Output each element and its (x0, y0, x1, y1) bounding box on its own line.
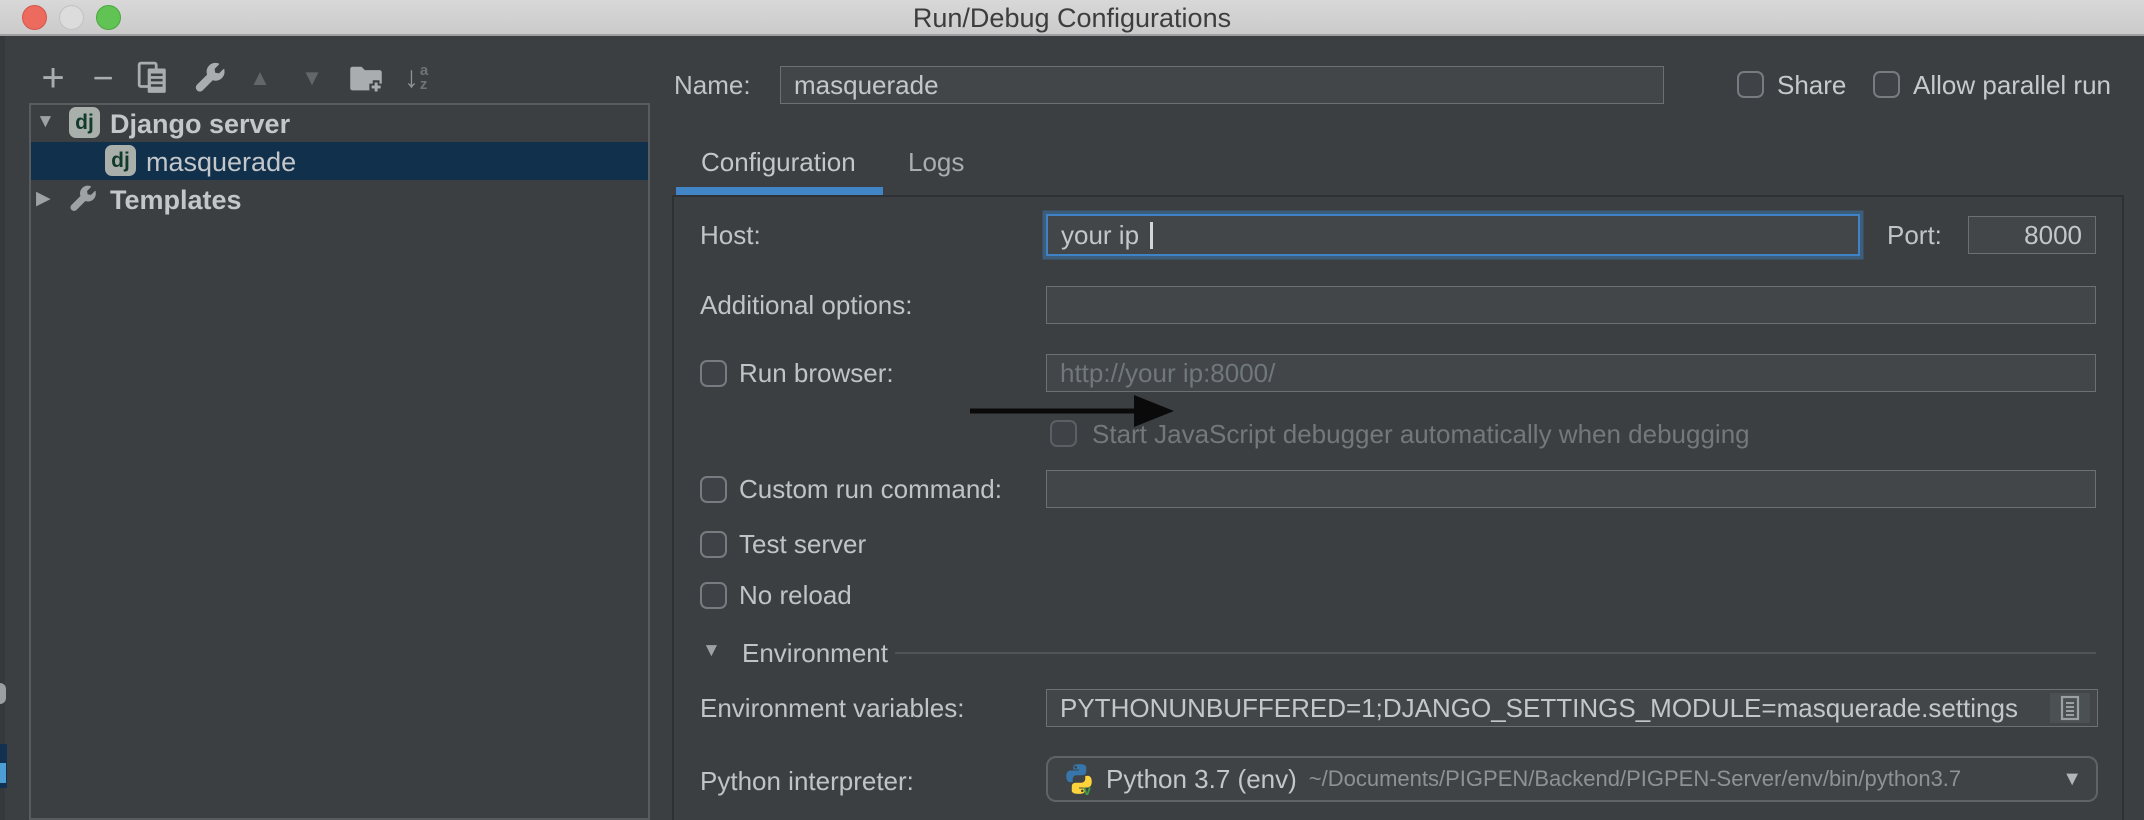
port-input[interactable]: 8000 (1968, 216, 2096, 254)
additional-options-input[interactable] (1046, 286, 2096, 324)
environment-section-label[interactable]: Environment (742, 634, 888, 672)
move-down-icon[interactable]: ▼ (292, 58, 332, 98)
allow-parallel-run-checkbox[interactable] (1873, 71, 1900, 98)
a-z-letters: az (419, 62, 429, 93)
start-js-debugger-label: Start JavaScript debugger automatically … (1092, 418, 1750, 449)
django-badge-icon: dj (69, 107, 100, 138)
wrench-icon (195, 62, 225, 92)
run-browser-checkbox[interactable] (700, 360, 727, 387)
python-interpreter-dropdown[interactable]: v Python 3.7 (env) ~/Documents/PIGPEN/Ba… (1046, 756, 2098, 802)
move-up-icon[interactable]: ▲ (240, 58, 280, 98)
sort-configurations-icon[interactable]: ↓ az (396, 58, 436, 98)
folder-plus-icon (350, 66, 383, 94)
run-browser-url-input[interactable]: http://your ip:8000/ (1046, 354, 2096, 392)
run-browser-label[interactable]: Run browser: (739, 354, 894, 392)
copy-configuration-icon[interactable] (133, 58, 173, 98)
name-input[interactable]: masquerade (780, 66, 1664, 104)
content-panel-border-right (2122, 195, 2124, 820)
python-interpreter-label: Python interpreter: (700, 765, 914, 796)
background-window-glyph-sliver (0, 683, 6, 704)
name-label: Name: (674, 69, 751, 100)
environment-variables-value: PYTHONUNBUFFERED=1;DJANGO_SETTINGS_MODUL… (1060, 692, 2018, 723)
svg-text:v: v (1083, 782, 1091, 796)
run-debug-configurations-dialog: Run/Debug Configurations + − ▲ ▼ ↓ az ▼ … (0, 0, 2144, 820)
python-logo-icon: v (1066, 764, 1092, 796)
text-caret (1150, 222, 1153, 249)
window-title: Run/Debug Configurations (912, 3, 1232, 33)
content-panel-border-top (672, 195, 2124, 197)
python-interpreter-value: Python 3.7 (env) (1106, 763, 1297, 794)
background-window-selection-sliver (0, 744, 7, 788)
chevron-down-icon: ▼ (2062, 767, 2082, 790)
variables-list-icon (2060, 695, 2080, 721)
environment-variables-input[interactable]: PYTHONUNBUFFERED=1;DJANGO_SETTINGS_MODUL… (1046, 689, 2098, 727)
environment-variables-label: Environment variables: (700, 692, 965, 723)
host-value: your ip (1061, 219, 1140, 250)
environment-section-collapse-icon[interactable]: ▼ (702, 640, 721, 662)
new-folder-icon[interactable] (346, 58, 386, 98)
custom-run-command-input[interactable] (1046, 470, 2096, 508)
tree-item-templates[interactable]: Templates (110, 182, 242, 218)
edit-templates-icon[interactable] (190, 58, 230, 98)
background-window-glyph (0, 763, 6, 783)
active-tab-underline (676, 187, 883, 195)
expand-collapse-icon[interactable]: ▼ (36, 111, 55, 133)
remove-configuration-icon[interactable]: − (83, 58, 123, 98)
name-value: masquerade (794, 69, 939, 100)
annotation-arrow-right (970, 395, 1174, 427)
share-label[interactable]: Share (1777, 66, 1846, 104)
python-interpreter-path: ~/Documents/PIGPEN/Backend/PIGPEN-Server… (1308, 766, 1962, 791)
test-server-checkbox[interactable] (700, 531, 727, 558)
no-reload-checkbox[interactable] (700, 582, 727, 609)
additional-options-label: Additional options: (700, 289, 913, 320)
share-checkbox[interactable] (1737, 71, 1764, 98)
wrench-icon (68, 184, 98, 219)
host-label: Host: (700, 219, 761, 250)
tab-configuration[interactable]: Configuration (701, 147, 856, 178)
browse-variables-button[interactable] (2050, 693, 2090, 723)
content-panel-border-left (672, 195, 674, 820)
tree-item-masquerade[interactable]: masquerade (146, 144, 296, 180)
down-arrow-icon: ↓ (403, 61, 419, 94)
copy-icon (137, 61, 166, 93)
port-label: Port: (1887, 219, 1942, 250)
allow-parallel-run-label[interactable]: Allow parallel run (1913, 66, 2111, 104)
custom-run-command-checkbox[interactable] (700, 476, 727, 503)
port-value: 8000 (2024, 219, 2082, 250)
host-input[interactable]: your ip (1046, 214, 1860, 256)
no-reload-label[interactable]: No reload (739, 576, 852, 614)
test-server-label[interactable]: Test server (739, 525, 866, 563)
add-configuration-icon[interactable]: + (33, 58, 73, 98)
run-browser-url-placeholder: http://your ip:8000/ (1060, 357, 1276, 388)
tab-logs[interactable]: Logs (908, 147, 964, 178)
django-badge-icon: dj (105, 145, 136, 176)
expand-collapse-icon[interactable]: ▶ (36, 187, 51, 210)
custom-run-command-label[interactable]: Custom run command: (739, 470, 1002, 508)
environment-section-divider (895, 652, 2096, 654)
tree-item-django-server[interactable]: Django server (110, 106, 290, 142)
